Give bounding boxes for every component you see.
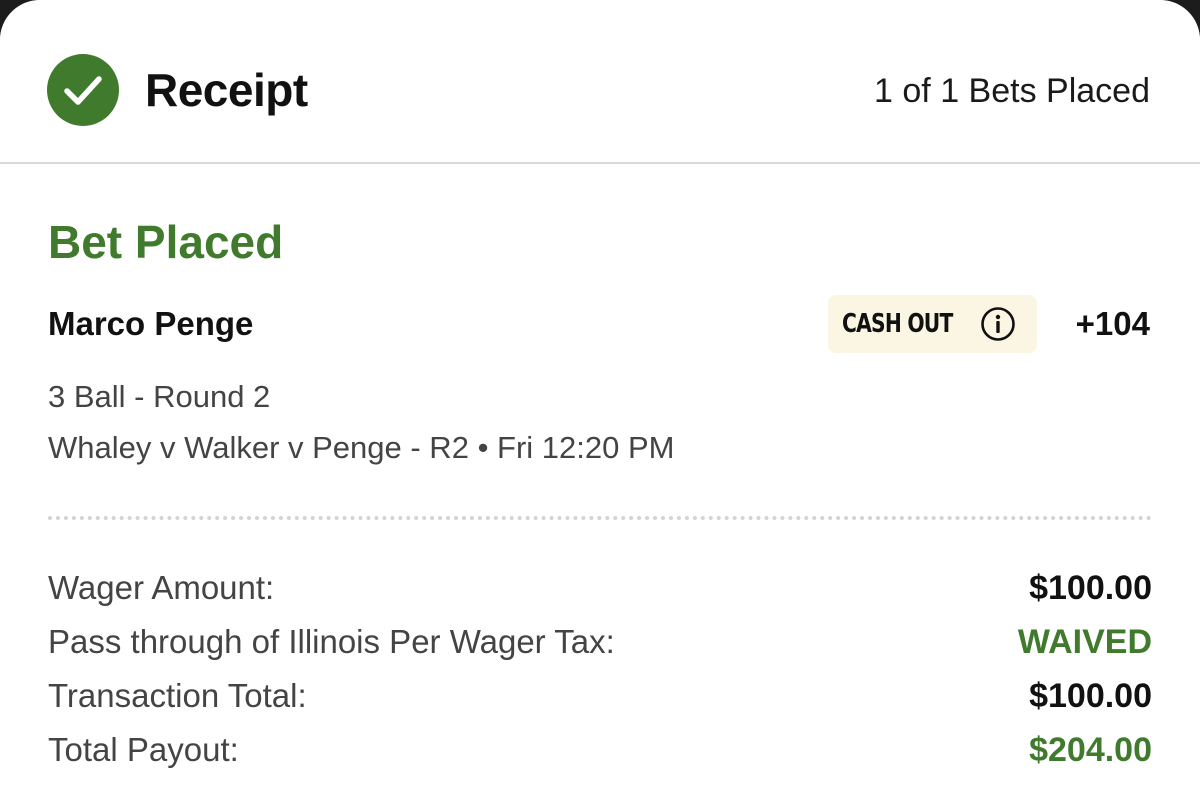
event-separator: • (477, 430, 489, 465)
page-title: Receipt (145, 64, 308, 116)
dotted-divider (48, 516, 1152, 520)
summary-row-tax: Pass through of Illinois Per Wager Tax: … (48, 620, 1152, 674)
summary-label: Total Payout: (48, 731, 239, 768)
bet-status: Bet Placed (48, 216, 284, 268)
event-time: Fri 12:20 PM (497, 430, 675, 465)
summary-label: Pass through of Illinois Per Wager Tax: (48, 623, 615, 660)
summary-value: $204.00 (1029, 731, 1152, 769)
bet-odds: +104 (1075, 305, 1150, 342)
summary-row-wager-amount: Wager Amount: $100.00 (48, 566, 1152, 620)
check-circle-icon (47, 54, 119, 126)
info-icon[interactable] (980, 306, 1016, 342)
event-name: Whaley v Walker v Penge - R2 (48, 430, 469, 465)
summary-row-total-payout: Total Payout: $204.00 (48, 728, 1152, 782)
bet-event-line: Whaley v Walker v Penge - R2 • Fri 12:20… (48, 428, 675, 468)
receipt-header: Receipt 1 of 1 Bets Placed (0, 0, 1200, 164)
bet-market: 3 Ball - Round 2 (48, 379, 271, 414)
summary-value: WAIVED (1017, 623, 1152, 661)
bets-placed-count: 1 of 1 Bets Placed (874, 72, 1150, 110)
bet-selection: Marco Penge (48, 305, 254, 342)
cash-out-button[interactable]: CASH OUT (828, 295, 1037, 353)
summary-label: Transaction Total: (48, 677, 307, 714)
summary-value: $100.00 (1029, 569, 1152, 607)
summary-value: $100.00 (1029, 677, 1152, 715)
wager-summary: Wager Amount: $100.00 Pass through of Il… (48, 566, 1152, 782)
receipt-sheet: Receipt 1 of 1 Bets Placed Bet Placed Ma… (0, 0, 1200, 802)
summary-label: Wager Amount: (48, 569, 275, 606)
summary-row-transaction-total: Transaction Total: $100.00 (48, 674, 1152, 728)
cash-out-label: CASH OUT (842, 309, 953, 339)
